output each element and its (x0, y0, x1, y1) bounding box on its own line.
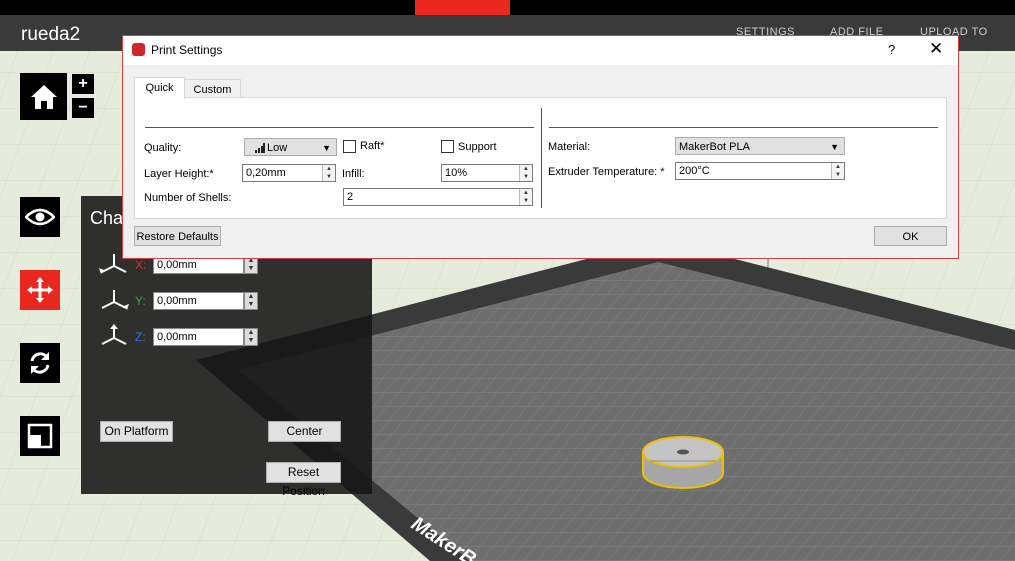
extruder-temp-input[interactable]: 200°C ▲ ▼ (675, 162, 845, 180)
extruder-temp-label: Extruder Temperature: * (548, 166, 665, 178)
top-strip-accent (415, 0, 510, 15)
shells-stepper[interactable]: ▲ ▼ (519, 189, 532, 205)
material-value: MakerBot PLA (679, 141, 750, 153)
x-axis-label: X: (135, 258, 147, 272)
view-button[interactable] (20, 197, 60, 237)
scale-icon (27, 423, 53, 449)
y-axis-label: Y: (135, 294, 146, 308)
infill-label: Infill: (342, 168, 365, 180)
infill-value: 10% (445, 167, 468, 179)
left-separator (145, 127, 534, 128)
extruder-temp-stepper[interactable]: ▲ ▼ (831, 163, 844, 179)
move-button[interactable] (20, 270, 60, 310)
support-checkbox[interactable] (441, 140, 454, 153)
reset-position-button[interactable]: Reset Position (266, 462, 341, 498)
dialog-title: Print Settings (151, 43, 223, 57)
makerbot-logo-icon (132, 43, 145, 56)
infill-input[interactable]: 10% ▲ ▼ (441, 164, 533, 182)
quick-settings-pane: Quality: Low ▼ Raft* Support Layer Heigh… (134, 97, 947, 219)
shells-value: 2 (347, 191, 354, 203)
y-position-input[interactable]: 0,00mm (153, 292, 244, 310)
dialog-titlebar: Print Settings ? ✕ (123, 36, 958, 65)
eye-icon (25, 208, 55, 226)
raft-label: Raft* (360, 140, 385, 152)
z-axis-icon (101, 324, 127, 345)
help-button[interactable]: ? (888, 42, 895, 57)
tab-custom[interactable]: Custom (184, 79, 241, 98)
model-rueda2 (642, 436, 724, 489)
ok-button[interactable]: OK (874, 226, 947, 246)
restore-defaults-button[interactable]: Restore Defaults (134, 226, 221, 246)
column-divider (541, 108, 542, 208)
quality-value: Low (267, 142, 288, 154)
z-position-stepper[interactable]: ▲ ▼ (244, 328, 258, 346)
quality-bars-icon (255, 143, 265, 153)
layer-height-label: Layer Height:* (144, 168, 214, 180)
chevron-down-icon: ▼ (322, 143, 331, 153)
home-button[interactable] (20, 73, 67, 120)
top-strip (0, 0, 1015, 15)
infill-stepper[interactable]: ▲ ▼ (519, 165, 532, 181)
layer-height-value: 0,20mm (246, 167, 286, 179)
zoom-out-button[interactable]: − (72, 98, 94, 118)
z-position-input[interactable]: 0,00mm (153, 328, 244, 346)
move-arrows-icon (27, 277, 53, 303)
material-select[interactable]: MakerBot PLA ▼ (675, 137, 845, 155)
quality-select[interactable]: Low ▼ (244, 138, 337, 156)
right-separator (549, 127, 938, 128)
extruder-temp-value: 200°C (679, 165, 710, 177)
rotate-button[interactable] (20, 343, 60, 383)
layer-height-stepper[interactable]: ▲ ▼ (322, 165, 335, 181)
y-position-stepper[interactable]: ▲ ▼ (244, 292, 258, 310)
home-icon (30, 84, 57, 109)
rotate-icon (30, 352, 50, 374)
zoom-in-button[interactable]: + (72, 74, 94, 94)
scale-button[interactable] (20, 416, 60, 456)
shells-input[interactable]: 2 ▲ ▼ (343, 188, 533, 206)
move-panel-title: Cha (90, 208, 124, 228)
center-button[interactable]: Center (268, 421, 341, 442)
material-label: Material: (548, 141, 591, 153)
tab-quick[interactable]: Quick (134, 77, 185, 99)
y-axis-icon (101, 290, 129, 310)
on-platform-button[interactable]: On Platform (100, 421, 173, 442)
quality-label: Quality: (144, 142, 182, 154)
shells-label: Number of Shells: (144, 192, 232, 204)
raft-checkbox[interactable] (343, 140, 356, 153)
support-label: Support (458, 141, 497, 153)
layer-height-input[interactable]: 0,20mm ▲ ▼ (242, 164, 336, 182)
file-title: rueda2 (21, 24, 81, 45)
print-settings-dialog: Print Settings ? ✕ Quick Custom Quality:… (122, 35, 959, 259)
z-axis-label: Z: (135, 330, 146, 344)
chevron-down-icon: ▼ (830, 142, 839, 152)
close-icon[interactable]: ✕ (929, 39, 943, 59)
